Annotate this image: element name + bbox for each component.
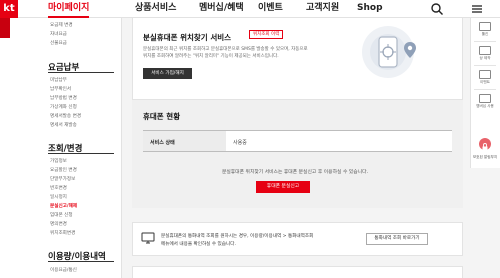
membership-card-icon xyxy=(479,94,491,103)
quick-item-2[interactable]: 이벤트 xyxy=(472,70,498,85)
service-description-line: 분실휴대폰의 최근 위치를 조회하고 분실휴대폰으로 SMS를 발송할 수 있으… xyxy=(143,47,308,52)
quick-divider xyxy=(474,89,496,90)
lost-report-button[interactable]: 휴대폰 분실신고 xyxy=(256,181,310,193)
sidebar-item[interactable]: 임대폰 신청 xyxy=(50,212,73,218)
quick-item-3[interactable]: 멤버십 사용 xyxy=(472,94,498,109)
top-navigation-bar: kt 마이페이지 상품서비스 멤버십/혜택 이벤트 고객지원 Shop xyxy=(0,0,500,18)
nav-events[interactable]: 이벤트 xyxy=(258,0,283,18)
service-subscribe-button[interactable]: 서비스 가입/해지 xyxy=(143,68,192,79)
menu-icon[interactable] xyxy=(470,2,484,16)
sidebar-item[interactable]: 미납납부 xyxy=(50,77,67,83)
sidebar-item[interactable]: 위치조회변경 xyxy=(50,230,75,236)
lock-icon[interactable] xyxy=(479,138,491,151)
sidebar-item[interactable]: 자녀요금 xyxy=(50,31,67,37)
nav-products[interactable]: 상품서비스 xyxy=(135,0,176,18)
monitor-icon xyxy=(141,232,155,244)
table-bottom-border xyxy=(143,151,452,152)
sidebar-item[interactable]: 번호변경 xyxy=(50,185,67,191)
quick-divider xyxy=(474,41,496,42)
sidebar-item[interactable]: 명세서발송 변경 xyxy=(50,113,81,119)
quick-item-0[interactable]: 툴킨 xyxy=(472,22,498,37)
service-status-label: 서비스 상태 xyxy=(150,140,175,146)
sidebar-item[interactable]: 가입정보 xyxy=(50,158,67,164)
lock-label: 보호된 알림부지 xyxy=(472,155,498,159)
nav-my-page[interactable]: 마이페이지 xyxy=(48,0,90,18)
sidebar-item[interactable]: 명세서 재발송 xyxy=(50,122,77,128)
call-history-info-line: 분실휴대폰의 통화내역 조회를 원하시는 경우, 이용량/이용내역 > 통화내역… xyxy=(161,234,314,239)
sidebar-item[interactable]: 이용요금/통신 xyxy=(50,267,77,273)
table-value-cell xyxy=(226,131,452,151)
sidebar-item-lost-report[interactable]: 분실신고/해제 xyxy=(50,203,77,209)
sidebar-item[interactable]: 가상계좌 신청 xyxy=(50,104,77,110)
sidebar-divider xyxy=(48,153,114,154)
sidebar-divider xyxy=(48,72,114,73)
sidebar-item[interactable]: 납부확인서 xyxy=(50,86,71,92)
call-history-info-line: 메뉴에서 내용을 확인하실 수 있습니다. xyxy=(161,242,236,247)
service-description-line: 위치를 조회하여 알려주는 "위치 알리미" 기능이 제공되는 서비스입니다. xyxy=(143,54,279,59)
event-icon xyxy=(479,70,491,79)
call-history-shortcut-button[interactable]: 통화내역 조회 바로가기 xyxy=(366,233,428,245)
sidebar-item[interactable]: 납부방법 변경 xyxy=(50,95,77,101)
nav-support[interactable]: 고객지원 xyxy=(306,0,339,18)
quick-divider xyxy=(474,65,496,66)
bag-icon xyxy=(479,46,491,55)
tool-icon xyxy=(479,22,491,31)
sidebar-divider xyxy=(48,261,114,262)
kt-logo[interactable]: kt xyxy=(0,0,18,18)
service-status-value: 사용중 xyxy=(233,140,247,146)
map-pin-icon xyxy=(404,42,416,58)
next-card-partial xyxy=(132,266,463,278)
nav-shop[interactable]: Shop xyxy=(357,0,383,18)
sidebar-item[interactable]: 단말부가정보 xyxy=(50,176,75,182)
nav-membership[interactable]: 멤버십/혜택 xyxy=(199,0,244,18)
sidebar-item[interactable]: 명의변경 xyxy=(50,221,67,227)
search-icon[interactable] xyxy=(430,2,444,16)
sidebar-item[interactable]: 선불요금 xyxy=(50,40,67,46)
sidebar-accent-block xyxy=(0,18,10,38)
lost-report-notice: 분실휴대폰 위치찾기 서비스는 휴대폰 분실신고 후 이용하실 수 있습니다. xyxy=(221,170,369,175)
quick-item-1[interactable]: 상 제작 xyxy=(472,46,498,61)
location-history-badge[interactable]: 위치조회 이력 xyxy=(249,30,284,39)
sidebar-item[interactable]: 일시정지 xyxy=(50,194,67,200)
sidebar-item[interactable]: 요금할인 변경 xyxy=(50,167,77,173)
phone-status-title: 휴대폰 현황 xyxy=(143,112,181,121)
service-title: 분실휴대폰 위치찾기 서비스 xyxy=(143,33,232,42)
sidebar-item[interactable]: 요금제 변경 xyxy=(50,22,73,28)
